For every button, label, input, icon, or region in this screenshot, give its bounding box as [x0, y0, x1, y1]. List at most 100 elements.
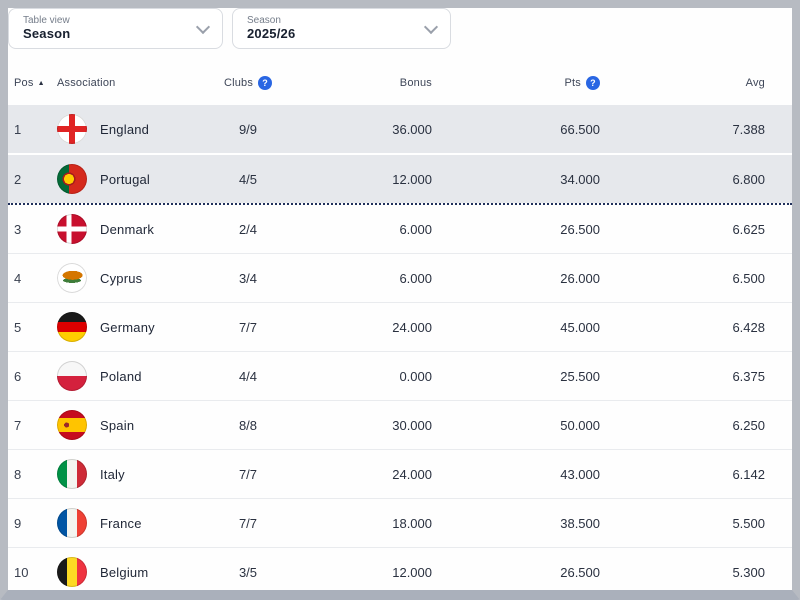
- avg-cell: 7.388: [600, 122, 765, 137]
- pts-cell: 26.500: [432, 222, 600, 237]
- chevron-down-icon: [196, 19, 210, 33]
- avg-cell: 6.800: [600, 172, 765, 187]
- column-header-pos[interactable]: Pos ▲: [8, 77, 52, 89]
- avg-header-label: Avg: [746, 77, 765, 89]
- position-cell: 9: [8, 516, 52, 531]
- pts-cell: 45.000: [432, 320, 600, 335]
- pts-cell: 66.500: [432, 122, 600, 137]
- pts-cell: 38.500: [432, 516, 600, 531]
- clubs-cell: 2/4: [218, 222, 278, 237]
- clubs-cell: 3/4: [218, 271, 278, 286]
- avg-cell: 6.375: [600, 369, 765, 384]
- clubs-cell: 7/7: [218, 467, 278, 482]
- table-row[interactable]: 2 Portugal 4/5 12.000 34.000 6.800: [8, 155, 792, 203]
- sort-asc-icon: ▲: [38, 80, 45, 87]
- bonus-cell: 12.000: [278, 172, 432, 187]
- pos-header-label: Pos: [14, 77, 34, 89]
- position-cell: 6: [8, 369, 52, 384]
- season-select[interactable]: Season 2025/26: [232, 8, 451, 49]
- column-header-avg: Avg: [600, 77, 765, 89]
- table-header: Pos ▲ Association Clubs ? Bonus Pts ? Av…: [8, 69, 792, 97]
- position-cell: 1: [8, 122, 52, 137]
- table-row[interactable]: 10 Belgium 3/5 12.000 26.500 5.300: [8, 548, 792, 597]
- table-row[interactable]: 6 Poland 4/4 0.000 25.500 6.375: [8, 352, 792, 401]
- column-header-association: Association: [52, 77, 218, 89]
- avg-cell: 6.250: [600, 418, 765, 433]
- flag-icon: [57, 114, 87, 144]
- table-row[interactable]: 1 England 9/9 36.000 66.500 7.388: [8, 105, 792, 155]
- pts-cell: 43.000: [432, 467, 600, 482]
- avg-cell: 5.500: [600, 516, 765, 531]
- avg-cell: 6.500: [600, 271, 765, 286]
- position-cell: 3: [8, 222, 52, 237]
- table-view-select[interactable]: Table view Season: [8, 8, 223, 49]
- clubs-header-label: Clubs: [224, 77, 253, 89]
- clubs-cell: 7/7: [218, 320, 278, 335]
- association-name: Portugal: [100, 172, 150, 187]
- flag-icon: [57, 557, 87, 587]
- association-name: Spain: [100, 418, 134, 433]
- season-value: 2025/26: [247, 27, 426, 42]
- association-name: Italy: [100, 467, 125, 482]
- flag-icon: [57, 361, 87, 391]
- table-row[interactable]: 7 Spain 8/8 30.000 50.000 6.250: [8, 401, 792, 450]
- flag-icon: [57, 263, 87, 293]
- flag-icon: [57, 508, 87, 538]
- pts-cell: 50.000: [432, 418, 600, 433]
- pts-cell: 34.000: [432, 172, 600, 187]
- table-row[interactable]: 9 France 7/7 18.000 38.500 5.500: [8, 499, 792, 548]
- association-name: Poland: [100, 369, 142, 384]
- avg-cell: 6.625: [600, 222, 765, 237]
- position-cell: 8: [8, 467, 52, 482]
- clubs-cell: 4/5: [218, 172, 278, 187]
- association-name: Belgium: [100, 565, 148, 580]
- position-cell: 10: [8, 565, 52, 580]
- chevron-down-icon: [424, 19, 438, 33]
- pts-header-label: Pts: [565, 77, 582, 89]
- avg-cell: 6.428: [600, 320, 765, 335]
- clubs-cell: 4/4: [218, 369, 278, 384]
- bonus-cell: 12.000: [278, 565, 432, 580]
- bonus-cell: 0.000: [278, 369, 432, 384]
- table-view-value: Season: [23, 27, 198, 42]
- help-icon[interactable]: ?: [258, 76, 272, 90]
- table-row[interactable]: 4 Cyprus 3/4 6.000 26.000 6.500: [8, 254, 792, 303]
- association-name: Denmark: [100, 222, 154, 237]
- position-cell: 7: [8, 418, 52, 433]
- bonus-cell: 6.000: [278, 222, 432, 237]
- association-name: England: [100, 122, 149, 137]
- flag-icon: [57, 459, 87, 489]
- bonus-cell: 36.000: [278, 122, 432, 137]
- bonus-cell: 30.000: [278, 418, 432, 433]
- pts-cell: 25.500: [432, 369, 600, 384]
- pts-cell: 26.500: [432, 565, 600, 580]
- association-name: Germany: [100, 320, 155, 335]
- flag-icon: [57, 410, 87, 440]
- association-name: France: [100, 516, 142, 531]
- help-icon[interactable]: ?: [586, 76, 600, 90]
- association-header-label: Association: [57, 77, 115, 89]
- association-name: Cyprus: [100, 271, 142, 286]
- bonus-cell: 18.000: [278, 516, 432, 531]
- table-row[interactable]: 5 Germany 7/7 24.000 45.000 6.428: [8, 303, 792, 352]
- clubs-cell: 3/5: [218, 565, 278, 580]
- flag-icon: [57, 214, 87, 244]
- flag-icon: [57, 312, 87, 342]
- table-body: 1 England 9/9 36.000 66.500 7.388 2 Port…: [8, 105, 792, 597]
- ranking-widget: Table view Season Season 2025/26 Pos ▲ A…: [0, 0, 800, 600]
- bonus-cell: 24.000: [278, 320, 432, 335]
- table-row[interactable]: 8 Italy 7/7 24.000 43.000 6.142: [8, 450, 792, 499]
- position-cell: 5: [8, 320, 52, 335]
- position-cell: 4: [8, 271, 52, 286]
- clubs-cell: 7/7: [218, 516, 278, 531]
- bonus-header-label: Bonus: [400, 77, 432, 89]
- clubs-cell: 9/9: [218, 122, 278, 137]
- position-cell: 2: [8, 172, 52, 187]
- table-row[interactable]: 3 Denmark 2/4 6.000 26.500 6.625: [8, 205, 792, 254]
- clubs-cell: 8/8: [218, 418, 278, 433]
- filter-controls: Table view Season Season 2025/26: [8, 8, 792, 49]
- bonus-cell: 6.000: [278, 271, 432, 286]
- pts-cell: 26.000: [432, 271, 600, 286]
- flag-icon: [57, 164, 87, 194]
- column-header-pts: Pts ?: [432, 76, 600, 90]
